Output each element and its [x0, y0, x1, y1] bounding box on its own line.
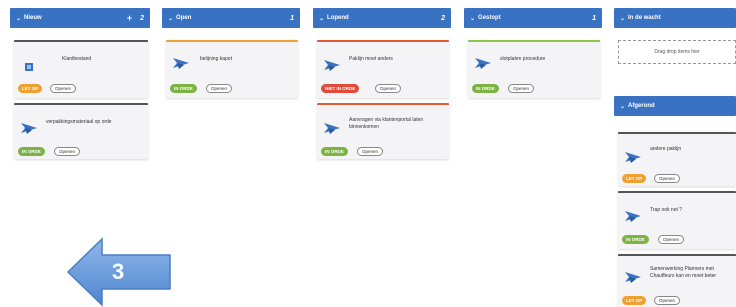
- open-button[interactable]: Openen: [50, 84, 77, 93]
- open-button[interactable]: Openen: [654, 174, 681, 183]
- column-title: Nieuw: [24, 15, 42, 21]
- drop-zone[interactable]: Drag drop items hier: [618, 40, 736, 64]
- open-button[interactable]: Openen: [508, 84, 535, 93]
- card-title: Samenwerking Planners met Chauffeurs kan…: [650, 266, 717, 279]
- column-header-lopend[interactable]: ⌄ Lopend 2: [313, 8, 451, 28]
- collapse-caret-icon[interactable]: ⌄: [620, 103, 625, 110]
- collapse-caret-icon[interactable]: ⌄: [620, 15, 625, 22]
- status-badge: IN ORDE: [622, 235, 649, 244]
- card-belijning[interactable]: belijning kapot IN ORDE Openen: [166, 40, 298, 98]
- column-title: In de wacht: [628, 15, 661, 21]
- card-andere-paklijn[interactable]: andere paklijn LET OP Openen: [618, 132, 736, 186]
- plane-icon: [625, 211, 641, 222]
- card-title: belijning kapot: [200, 56, 232, 62]
- card-title: andere paklijn: [650, 146, 682, 152]
- card-paklijn[interactable]: Paklijn moet anders NIET IN ORDE Openen: [317, 40, 449, 98]
- card-slotplaten[interactable]: slotplaten procedure IN ORDE Openen: [468, 40, 600, 98]
- card-samenwerking[interactable]: Samenwerking Planners met Chauffeurs kan…: [618, 254, 736, 307]
- status-badge: IN ORDE: [472, 84, 499, 93]
- open-button[interactable]: Openen: [357, 147, 384, 156]
- status-badge: LET OP: [622, 296, 647, 305]
- open-button[interactable]: Openen: [658, 235, 685, 244]
- column-count: 2: [441, 14, 445, 22]
- dropzone-label: Drag drop items hier: [654, 49, 700, 55]
- column-count: 1: [290, 14, 294, 22]
- status-badge: NIET IN ORDE: [321, 84, 360, 93]
- plane-icon: [324, 123, 340, 134]
- open-button[interactable]: Openen: [375, 84, 402, 93]
- column-title: Gestopt: [478, 15, 501, 21]
- column-title: Lopend: [327, 15, 349, 21]
- status-badge: IN ORDE: [18, 147, 45, 156]
- add-item-icon[interactable]: +: [127, 13, 132, 23]
- card-trap[interactable]: Trap ook net ? IN ORDE Openen: [618, 191, 736, 249]
- card-aanvragen[interactable]: Aanvragen via klantenportal laten binnen…: [317, 103, 449, 159]
- card-title: Aanvragen via klantenportal laten binnen…: [349, 117, 424, 130]
- document-icon: [25, 63, 33, 71]
- card-title: Klantbestand: [62, 56, 92, 62]
- column-header-gestopt[interactable]: ⌄ Gestopt 1: [464, 8, 602, 28]
- collapse-caret-icon[interactable]: ⌄: [168, 15, 173, 22]
- plane-icon: [475, 58, 491, 69]
- plane-icon: [625, 152, 641, 163]
- plane-icon: [173, 58, 189, 69]
- collapse-caret-icon[interactable]: ⌄: [470, 15, 475, 22]
- status-badge: LET OP: [18, 84, 43, 93]
- column-title: Afgerond: [628, 103, 655, 109]
- column-header-afgerond[interactable]: ⌄ Afgerond: [614, 96, 736, 116]
- card-klantbestand[interactable]: Klantbestand LET OP Openen: [14, 40, 148, 98]
- step-number: 3: [112, 259, 125, 284]
- card-title: Trap ook net ?: [650, 207, 683, 213]
- plane-icon: [625, 272, 641, 283]
- plane-icon: [21, 123, 37, 134]
- card-title: verpakkingsmateriaal op orde: [46, 119, 112, 125]
- column-title: Open: [176, 15, 192, 21]
- open-button[interactable]: Openen: [654, 296, 681, 305]
- collapse-caret-icon[interactable]: ⌄: [16, 15, 21, 22]
- column-header-open[interactable]: ⌄ Open 1: [162, 8, 300, 28]
- column-count: 2: [140, 14, 144, 22]
- card-title: slotplaten procedure: [500, 56, 546, 62]
- column-count: 1: [592, 14, 596, 22]
- open-button[interactable]: Openen: [54, 147, 81, 156]
- status-badge: IN ORDE: [170, 84, 197, 93]
- open-button[interactable]: Openen: [206, 84, 233, 93]
- status-badge: LET OP: [622, 174, 647, 183]
- plane-icon: [324, 60, 340, 71]
- card-title: Paklijn moet anders: [349, 56, 393, 62]
- collapse-caret-icon[interactable]: ⌄: [319, 15, 324, 22]
- status-badge: IN ORDE: [321, 147, 348, 156]
- column-header-nieuw[interactable]: ⌄ Nieuw + 2: [10, 8, 150, 28]
- card-verpakking[interactable]: verpakkingsmateriaal op orde IN ORDE Ope…: [14, 103, 148, 159]
- column-header-in-de-wacht[interactable]: ⌄ In de wacht: [614, 8, 736, 28]
